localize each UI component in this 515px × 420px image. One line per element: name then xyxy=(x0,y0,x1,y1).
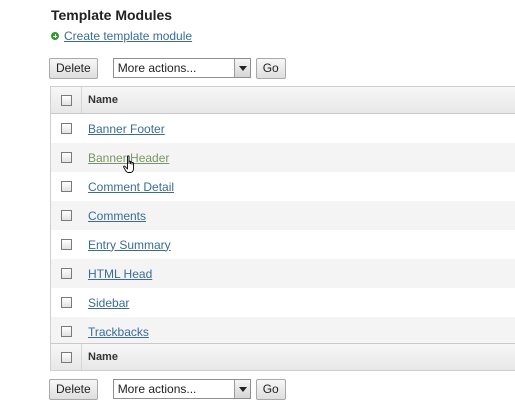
more-actions-select[interactable]: More actions... xyxy=(112,58,251,78)
create-template-module-link[interactable]: Create template module xyxy=(64,29,192,43)
table-footer: Name xyxy=(51,343,515,370)
bottom-actions-bar: Delete More actions... Go xyxy=(49,378,286,400)
chevron-down-icon[interactable] xyxy=(233,59,250,77)
module-link[interactable]: Banner Footer xyxy=(88,122,165,136)
table-row: Comment Detail xyxy=(51,172,515,201)
page-title: Template Modules xyxy=(51,7,173,23)
module-link[interactable]: Comment Detail xyxy=(88,180,174,194)
hand-pointer-icon xyxy=(123,155,134,173)
plus-circle-icon[interactable] xyxy=(51,32,59,40)
select-all-checkbox-footer[interactable] xyxy=(60,351,72,363)
table-header: Name xyxy=(51,87,515,114)
row-checkbox[interactable] xyxy=(60,297,72,308)
more-actions-value-bottom: More actions... xyxy=(117,382,197,396)
table-row: Banner Footer xyxy=(51,114,515,143)
table-row: Comments xyxy=(51,201,515,230)
create-template-module[interactable]: Create template module xyxy=(51,28,192,44)
row-checkbox[interactable] xyxy=(60,181,72,192)
module-link[interactable]: HTML Head xyxy=(88,267,152,281)
row-checkbox[interactable] xyxy=(60,268,72,279)
go-button-bottom[interactable]: Go xyxy=(255,378,286,400)
table-row: Sidebar xyxy=(51,288,515,317)
select-all-cell xyxy=(51,344,82,370)
row-checkbox[interactable] xyxy=(60,210,72,221)
row-checkbox[interactable] xyxy=(60,326,72,337)
chevron-down-icon[interactable] xyxy=(233,380,250,398)
module-link[interactable]: Comments xyxy=(88,209,146,223)
go-button[interactable]: Go xyxy=(255,57,286,79)
template-modules-table: Name Banner Footer Banner Header Comment… xyxy=(50,86,515,371)
table-row: Banner Header xyxy=(51,143,515,172)
table-row: Trackbacks xyxy=(51,317,515,346)
select-all-checkbox[interactable] xyxy=(60,94,72,106)
module-link[interactable]: Entry Summary xyxy=(88,238,171,252)
row-checkbox[interactable] xyxy=(60,123,72,134)
column-footer-name[interactable]: Name xyxy=(82,351,118,363)
top-actions-bar: Delete More actions... Go xyxy=(49,57,286,79)
module-link[interactable]: Trackbacks xyxy=(88,325,149,339)
table-row: HTML Head xyxy=(51,259,515,288)
more-actions-select-bottom[interactable]: More actions... xyxy=(112,379,251,399)
module-link[interactable]: Sidebar xyxy=(88,296,129,310)
column-header-name[interactable]: Name xyxy=(82,94,118,106)
more-actions-value: More actions... xyxy=(117,61,197,75)
table-row: Entry Summary xyxy=(51,230,515,259)
row-checkbox[interactable] xyxy=(60,152,72,163)
select-all-cell xyxy=(51,87,82,113)
row-checkbox[interactable] xyxy=(60,239,72,250)
delete-button[interactable]: Delete xyxy=(49,57,98,79)
delete-button-bottom[interactable]: Delete xyxy=(49,378,98,400)
